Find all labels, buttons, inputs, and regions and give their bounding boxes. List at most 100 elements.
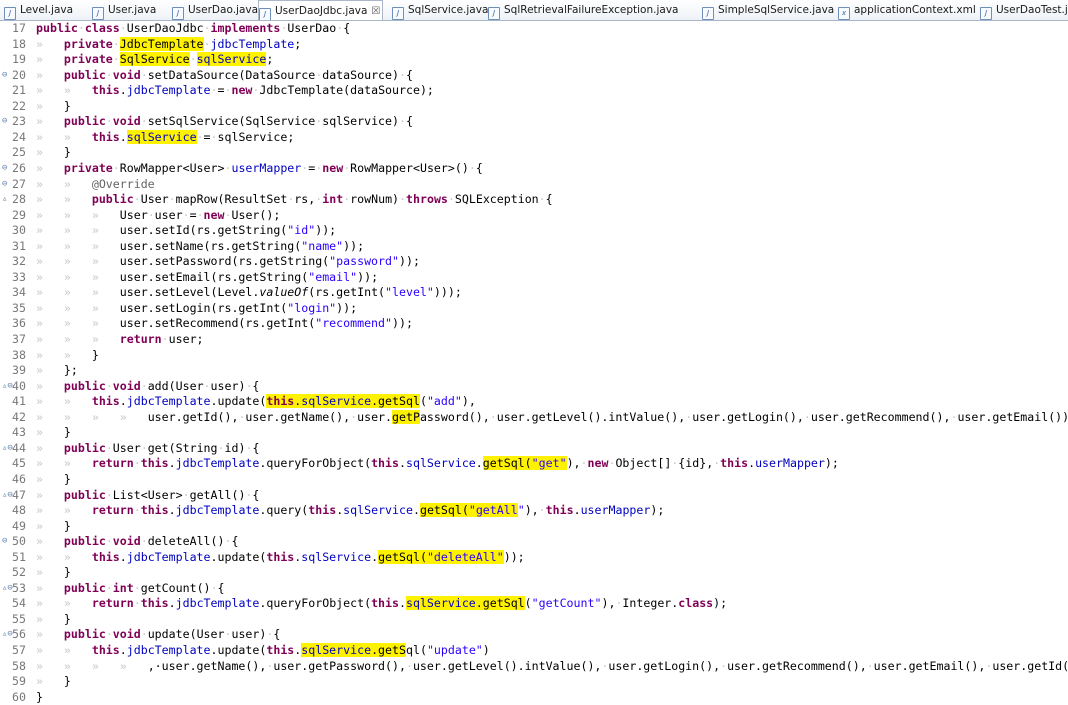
code-line[interactable]: 59 » } [0,674,71,690]
code-line[interactable]: 55 » } [0,612,71,628]
close-tab-icon[interactable]: ☒ [371,6,380,17]
code-line[interactable]: ▵⊖ 47» public·List<User>·getAll()·{ [0,488,259,504]
code-token: ( [524,596,532,611]
code-text: » » return·this.jdbcTemplate.queryForObj… [36,596,727,611]
code-line[interactable]: 54» » return·this.jdbcTemplate.queryForO… [0,596,727,612]
fold-marker-icon[interactable]: ⊖ [2,177,7,193]
code-line[interactable]: ⊖ 50» public·void·deleteAll()·{ [0,534,238,550]
code-line[interactable]: 42 » » » » user.getId(), · user.getName(), ·… [0,409,1068,426]
code-line[interactable]: ▵⊖ 44» public·User·get(String·id)·{ [0,441,259,457]
line-number: 27 [12,176,26,191]
override-marker-icon[interactable]: ▵ [2,192,7,208]
override-marker-icon[interactable]: ▵⊖ [2,441,13,457]
code-line[interactable]: 22 » } [0,99,71,115]
code-token: mapRow(ResultSet [175,192,288,207]
code-line[interactable]: 33 » » » user.setEmail(rs.getString("emai… [0,270,378,286]
fold-marker-icon[interactable]: ⊖ [2,534,7,550]
code-line[interactable]: 51» » this.jdbcTemplate.update(this.sqlS… [0,549,525,566]
code-line[interactable]: 48» » return·this.jdbcTemplate.query(thi… [0,503,664,519]
line-number: 50 [12,534,26,549]
code-token: » » » » [36,658,148,673]
code-token: · [399,192,407,207]
code-line[interactable]: 38 » » } [0,348,99,364]
code-token: user.getLogin(), [692,409,804,424]
code-token: this [308,503,337,518]
code-token: user.setName(rs.getString( [119,238,302,253]
code-line[interactable]: ▵⊖ 56» public·void·update(User·user)·{ [0,627,280,643]
code-line[interactable]: 17 public·class·UserDaoJdbc·implements·Us… [0,21,350,37]
code-line[interactable]: 57 » » this.jdbcTemplate.update(this.sqlS… [0,643,490,659]
code-token: user.setLogin(rs.getInt( [119,300,288,315]
tab-sqlretrievalfailureexception-java[interactable]: J SqlRetrievalFailureException.java [488,0,678,20]
code-token: sqlService [196,52,267,67]
code-line[interactable]: 30 » » » user.setId(rs.getString("id")); [0,223,336,239]
code-token: sqlService [301,643,372,657]
code-token: sqlService; [217,129,295,144]
line-number-gutter: ▵⊖ 53 [0,581,36,597]
code-line[interactable]: 35 » » » user.setLogin(rs.getInt("login")… [0,301,357,317]
code-line[interactable]: 29» » » User·user·=·new·User(); [0,208,280,224]
code-line[interactable]: 58» » » » ,·user.getName(),·user.getPass… [0,659,1068,675]
code-token: sqlService [405,596,476,611]
fold-marker-icon[interactable]: ⊖ [2,114,7,130]
code-token: jdbcTemplate [126,83,211,98]
code-line[interactable]: 31 » » » user.setName(rs.getString("name"… [0,239,364,255]
code-line[interactable]: ▵⊖ 53» public·int·getCount()·{ [0,581,225,597]
code-line[interactable]: ⊖ 26» private·RowMapper<User>·userMapper·… [0,161,483,177]
java-file-icon: J [172,7,184,20]
tab-label: UserDaoJdbc.java [275,5,368,17]
code-editor[interactable]: 17 public·class·UserDaoJdbc·implements·Us… [0,21,1068,704]
code-line[interactable]: 52 » } [0,565,71,581]
code-line[interactable]: 49 » } [0,519,71,535]
override-marker-icon[interactable]: ▵⊖ [2,627,13,643]
code-line[interactable]: 24» » this.sqlService·=·sqlService; [0,129,295,146]
code-line[interactable]: 36 » » » user.setRecommend(rs.getInt("rec… [0,316,413,332]
code-line[interactable]: 18» private·JdbcTemplate·jdbcTemplate; [0,36,301,53]
code-line[interactable]: 19» private·SqlService·sqlService; [0,52,273,68]
code-line[interactable]: ▵⊖ 40» public·void·add(User·user)·{ [0,379,259,395]
fold-marker-icon[interactable]: ⊖ [2,68,7,84]
code-line[interactable]: 45» » return·this.jdbcTemplate.queryForO… [0,456,839,472]
tab-simplesqlservice-java[interactable]: J SimpleSqlService.java [702,0,834,20]
code-token: . [119,643,127,657]
tab-level-java[interactable]: J Level.java [4,0,73,20]
code-token: » » » » [36,409,148,424]
code-line[interactable]: ⊖ 20» public·void·setDataSource(DataSourc… [0,68,413,84]
tab-sqlservice-java[interactable]: J SqlService.java [392,0,488,20]
code-token: getSql( [482,456,532,471]
code-line[interactable]: 46 » } [0,472,71,488]
override-marker-icon[interactable]: ▵⊖ [2,379,13,395]
code-token: jdbcTemplate [210,36,295,51]
code-token: . [168,503,176,518]
tab-userdaojdbc-java[interactable]: J UserDaoJdbc.java ☒ [258,0,384,20]
code-line[interactable]: ⊖ 23» public·void·setSqlService(SqlServic… [0,114,413,130]
code-line[interactable]: 39 » }; [0,363,78,379]
tab-userdaotest-jav[interactable]: J UserDaoTest.jav [980,0,1068,20]
override-marker-icon[interactable]: ▵⊖ [2,581,13,597]
code-line[interactable]: 37 » » » return·user; [0,332,204,348]
code-token: . [119,129,127,144]
code-line[interactable]: 25 » } [0,145,71,161]
code-line[interactable]: 41» » this.jdbcTemplate.update(this.sqlS… [0,394,476,410]
code-token: this [140,503,169,518]
code-line[interactable]: 32 » » » user.setPassword(rs.getString("p… [0,254,420,270]
tab-userdao-java[interactable]: J UserDao.java [172,0,258,20]
line-number: 18 [12,36,26,51]
code-token: sqlService [301,549,372,564]
code-token: class [678,596,714,611]
override-marker-icon[interactable]: ▵⊖ [2,488,13,504]
code-line[interactable]: 43 » } [0,425,71,441]
code-text: » } [36,145,71,159]
code-line[interactable]: ▵ 28» » public·User·mapRow(ResultSet·rs,·… [0,192,553,208]
line-number: 49 [12,518,26,533]
code-line[interactable]: 21» » this.jdbcTemplate·=·new·JdbcTempla… [0,83,434,99]
code-line[interactable]: 34 » » » user.setLevel(Level.valueOf(rs.g… [0,285,462,301]
line-number-gutter: 34 [0,285,36,301]
fold-marker-icon[interactable]: ⊖ [2,161,7,177]
tab-applicationcontext-xml[interactable]: x applicationContext.xml [838,0,976,20]
code-token: » [36,565,64,580]
code-line[interactable]: ⊖ 27 » » @Override [0,177,155,193]
code-token: » » » [36,269,120,284]
tab-user-java[interactable]: J User.java [92,0,156,20]
tab-label: Level.java [20,4,74,16]
